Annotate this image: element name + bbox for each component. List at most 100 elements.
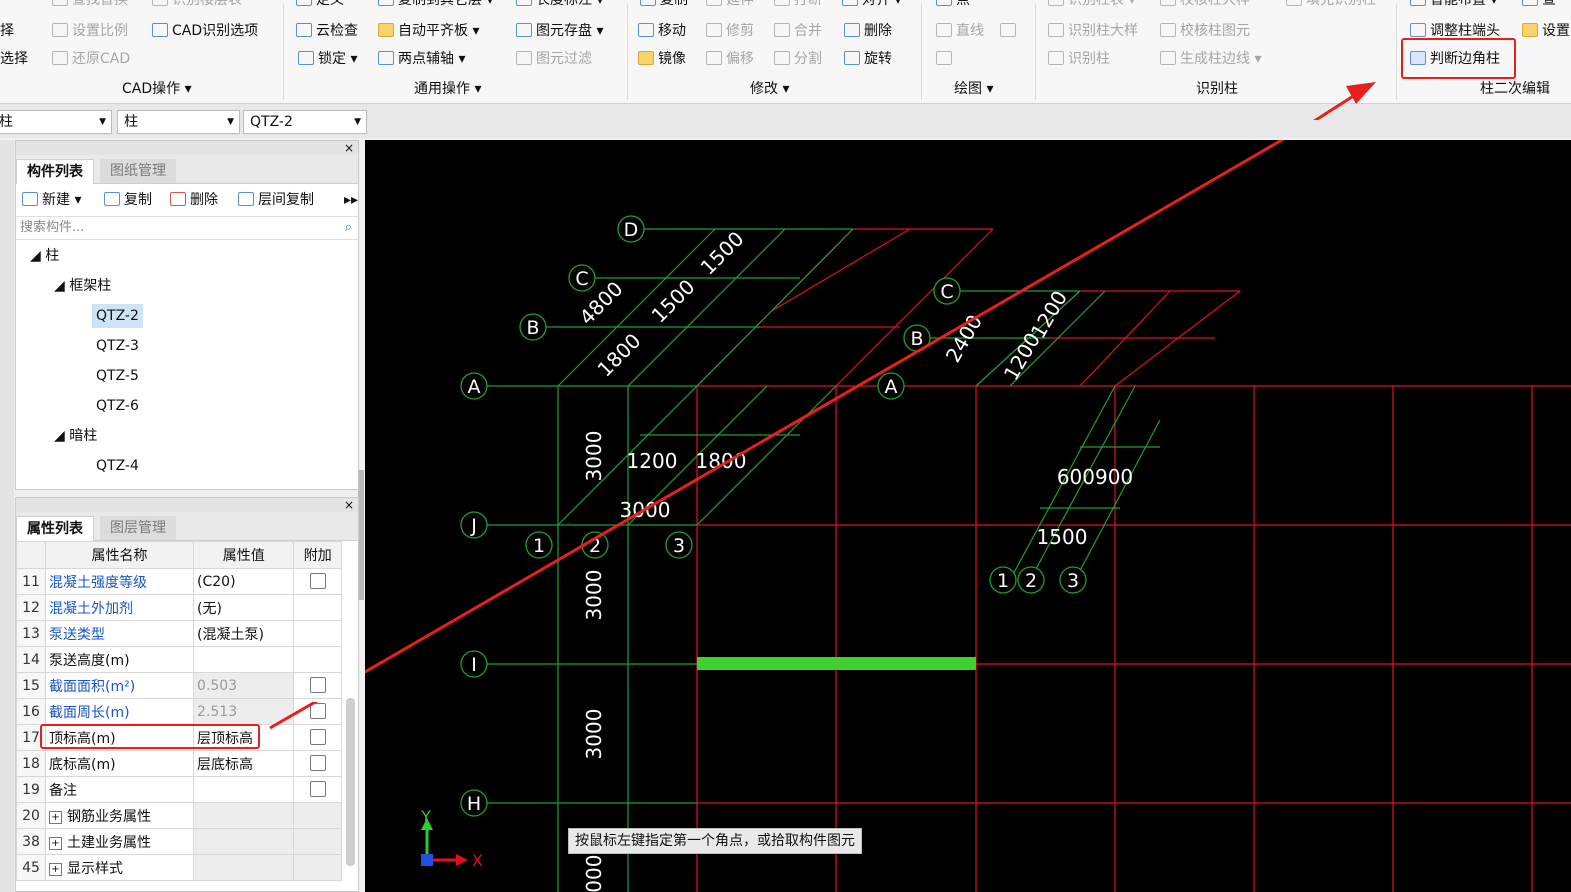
lock-button[interactable]: 锁定 ▾ [298, 48, 357, 70]
align-button[interactable]: 对齐 ▾ [842, 0, 901, 8]
search-input[interactable]: 搜索构件... ⌕ [16, 217, 358, 240]
axis-label-b: B [526, 317, 539, 339]
select-clipped-label-2[interactable]: 选择 [0, 48, 28, 70]
restore-cad-button[interactable]: 还原CAD [52, 48, 130, 70]
extra-checkbox[interactable] [309, 572, 326, 589]
copy-to-other-floor-button[interactable]: 复制到其它层 ▾ [378, 0, 493, 8]
drawing-canvas[interactable]: D C B A J I H 1 2 3 C B A 1 2 3 1500 480… [365, 140, 1571, 892]
auto-slab-button[interactable]: 自动平齐板 ▾ [378, 20, 479, 42]
table-row[interactable]: 38 + 土建业务属性 [16, 828, 342, 855]
merge-button[interactable]: 合并 [774, 20, 822, 42]
extend-button[interactable]: 延伸 [706, 0, 754, 8]
rect-icon[interactable] [1000, 20, 1020, 42]
extra-checkbox[interactable] [309, 754, 326, 771]
dim-3000: 3000 [582, 570, 606, 621]
group-common-ops[interactable]: 通用操作 ▾ [414, 79, 481, 99]
table-row[interactable]: 45 + 显示样式 [16, 854, 342, 881]
floor-type-select[interactable]: 柱 ▼ [0, 110, 112, 134]
arc-icon[interactable] [936, 48, 956, 70]
more-icon[interactable]: ▸▸ [344, 190, 358, 210]
extra-checkbox[interactable] [309, 676, 326, 693]
axis-label-h: H [467, 793, 481, 815]
axis-label-j: J [470, 515, 477, 537]
red-grid [696, 228, 1571, 892]
tree-item-qtz-6[interactable]: QTZ-6 [96, 394, 139, 418]
identify-col-table-button[interactable]: 识别柱表 ▾ [1048, 0, 1135, 8]
delete-elem-button[interactable]: 删除 [844, 20, 892, 42]
copy-elem-button[interactable]: 复制 [640, 0, 688, 8]
line-button[interactable]: 直线 [936, 20, 984, 42]
property-value[interactable] [193, 646, 295, 673]
copy-button[interactable]: 复制 [104, 190, 152, 210]
expand-icon[interactable]: + [49, 836, 62, 850]
select-clipped-label[interactable]: 择 [0, 20, 14, 42]
table-row[interactable]: 11 混凝土强度等级 (C20) [16, 568, 342, 595]
find-replace-button[interactable]: 查找替换 [52, 0, 128, 8]
define-label: 定义 [316, 0, 344, 8]
table-row[interactable]: 19 备注 [16, 776, 342, 803]
tree-item-qtz-2[interactable]: QTZ-2 [92, 304, 143, 328]
elem-filter-button[interactable]: 图元过滤 [516, 48, 592, 70]
tab-property-list[interactable]: 属性列表 [16, 516, 94, 541]
tab-layer-manage[interactable]: 图层管理 [100, 516, 176, 540]
property-value[interactable]: (C20) [193, 568, 295, 595]
trim-button[interactable]: 修剪 [706, 20, 754, 42]
group-modify[interactable]: 修改 ▾ [750, 79, 789, 99]
close-icon[interactable]: × [16, 141, 358, 155]
expand-icon[interactable]: + [49, 862, 62, 876]
delete-button[interactable]: 删除 [170, 190, 218, 210]
property-value[interactable]: (混凝土泵) [193, 620, 295, 647]
search-icon[interactable]: ⌕ [345, 217, 352, 239]
elem-save-button[interactable]: 图元存盘 ▾ [516, 20, 603, 42]
delete-elem-label: 删除 [864, 23, 892, 39]
table-row[interactable]: 18 底标高(m) 层底标高 [16, 750, 342, 777]
table-row[interactable]: 12 混凝土外加剂 (无) [16, 594, 342, 621]
two-point-axis-button[interactable]: 两点辅轴 ▾ [378, 48, 465, 70]
tree-item-qtz-4[interactable]: QTZ-4 [96, 454, 139, 478]
cad-drawing[interactable]: D C B A J I H 1 2 3 C B A 1 2 3 1500 480… [365, 140, 1571, 892]
settings-button[interactable]: 设置 [1522, 20, 1570, 42]
smart-layout-button[interactable]: 智能布置 ▾ [1410, 0, 1497, 8]
table-row[interactable]: 20 + 钢筋业务属性 [16, 802, 342, 829]
element-type-select[interactable]: 柱 ▼ [117, 110, 240, 134]
tree-node-column[interactable]: ◢ 柱 [30, 244, 59, 268]
identify-floor-table-button[interactable]: 识别楼层表 [152, 0, 242, 8]
group-cad-ops[interactable]: CAD操作 ▾ [122, 79, 192, 99]
chevron-down-icon: ▼ [227, 117, 234, 127]
property-value[interactable] [193, 776, 295, 803]
define-button[interactable]: 定义 [296, 0, 344, 8]
element-name-select[interactable]: QTZ-2 ▼ [243, 110, 367, 134]
close-icon[interactable]: × [16, 498, 358, 512]
tree-node-hidden-column[interactable]: ◢ 暗柱 [54, 424, 97, 448]
mirror-button[interactable]: 镜像 [638, 48, 686, 70]
identify-col-button[interactable]: 识别柱 [1048, 48, 1110, 70]
identify-col-detail-button[interactable]: 识别柱大样 [1048, 20, 1138, 42]
break-button[interactable]: 打断 [774, 0, 822, 8]
floor-copy-button[interactable]: 层间复制 [238, 190, 314, 210]
query-button[interactable]: 查 [1522, 0, 1556, 8]
tab-drawing-manage[interactable]: 图纸管理 [100, 159, 176, 183]
property-value[interactable]: (无) [193, 594, 295, 621]
table-row[interactable]: 14 泵送高度(m) [16, 646, 342, 673]
group-draw[interactable]: 绘图 ▾ [954, 79, 993, 99]
table-row[interactable]: 13 泵送类型 (混凝土泵) [16, 620, 342, 647]
green-beam[interactable] [697, 657, 976, 670]
move-button[interactable]: 移动 [638, 20, 686, 42]
cad-options-button[interactable]: CAD识别选项 [152, 20, 258, 42]
property-value[interactable]: 层底标高 [193, 750, 295, 777]
expand-icon[interactable]: + [49, 810, 62, 824]
length-dim-button[interactable]: 长度标注 ▾ [516, 0, 603, 8]
rotate-button[interactable]: 旋转 [844, 48, 892, 70]
tab-component-list[interactable]: 构件列表 [16, 159, 94, 184]
new-button[interactable]: 新建 ▾ [22, 190, 81, 210]
set-ratio-button[interactable]: 设置比例 [52, 20, 128, 42]
offset-button[interactable]: 偏移 [706, 48, 754, 70]
point-button[interactable]: 点 [936, 0, 970, 8]
tree-item-qtz-3[interactable]: QTZ-3 [96, 334, 139, 358]
cloud-check-button[interactable]: 云检查 [296, 20, 358, 42]
tree-item-qtz-5[interactable]: QTZ-5 [96, 364, 139, 388]
extra-checkbox[interactable] [309, 780, 326, 797]
tree-node-frame-column[interactable]: ◢ 框架柱 [54, 274, 111, 298]
table-row[interactable]: 15 截面面积(m²) 0.503 [16, 672, 342, 699]
split-button[interactable]: 分割 [774, 48, 822, 70]
